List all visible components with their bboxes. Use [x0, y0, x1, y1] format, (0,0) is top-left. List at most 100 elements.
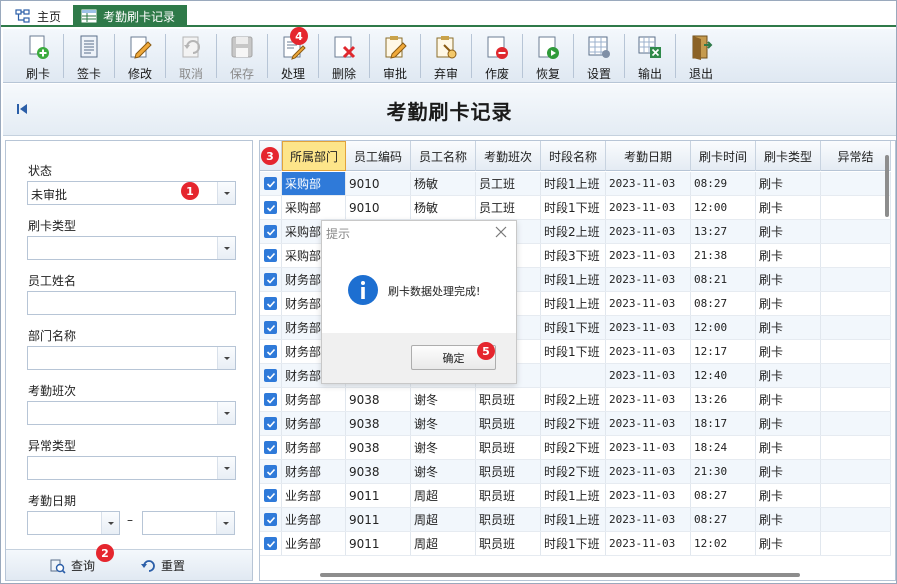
close-icon[interactable] — [494, 225, 508, 239]
export-button[interactable]: 输出 — [625, 29, 675, 83]
table-cell: 职员班 — [476, 532, 541, 555]
table-cell: 时段1上班 — [541, 508, 606, 531]
table-row[interactable]: 采购部 9010 杨敏 员工班 时段1下班 2023-11-03 12:00 刷卡 — [260, 196, 891, 220]
row-checkbox[interactable] — [260, 412, 282, 435]
date-to-input[interactable] — [142, 511, 235, 535]
table-cell: 2023-11-03 — [606, 484, 691, 507]
tab-attendance-records[interactable]: 考勤刷卡记录 — [73, 5, 187, 27]
date-from-input[interactable] — [27, 511, 120, 535]
table-row[interactable]: 采购部 9010 杨敏 员工班 时段1上班 2023-11-03 08:29 刷卡 — [260, 172, 891, 196]
table-cell — [821, 388, 891, 411]
row-checkbox[interactable] — [260, 436, 282, 459]
swipe-button[interactable]: 刷卡 — [13, 29, 63, 83]
table-cell: 职员班 — [476, 436, 541, 459]
chevron-down-icon[interactable] — [217, 457, 235, 479]
checkbox-checked-icon — [264, 249, 277, 262]
table-cell: 18:17 — [691, 412, 756, 435]
row-checkbox[interactable] — [260, 292, 282, 315]
table-row[interactable]: 业务部 9011 周超 职员班 时段1上班 2023-11-03 08:27 刷卡 — [260, 484, 891, 508]
row-checkbox[interactable] — [260, 316, 282, 339]
title-bar: 考勤刷卡记录 — [3, 84, 896, 136]
table-cell: 刷卡 — [756, 196, 821, 219]
sign-button[interactable]: 签卡 — [64, 29, 114, 83]
grid-header-col-6[interactable]: 考勤日期 — [606, 141, 691, 171]
undo-icon — [182, 36, 200, 58]
row-checkbox[interactable] — [260, 532, 282, 555]
row-checkbox[interactable] — [260, 364, 282, 387]
grid-header-col-8[interactable]: 刷卡类型 — [756, 141, 821, 171]
shift-combo[interactable] — [27, 401, 236, 425]
grid-header-col-7[interactable]: 刷卡时间 — [691, 141, 756, 171]
table-cell: 业务部 — [282, 532, 346, 555]
void-document-icon — [487, 36, 508, 59]
cancel-button[interactable]: 取消 — [166, 29, 216, 83]
grid-header-col-5[interactable]: 时段名称 — [541, 141, 606, 171]
table-cell: 财务部 — [282, 412, 346, 435]
row-checkbox[interactable] — [260, 220, 282, 243]
table-cell: 13:27 — [691, 220, 756, 243]
exit-button[interactable]: 退出 — [676, 29, 726, 83]
chevron-down-icon[interactable] — [101, 512, 119, 534]
row-checkbox[interactable] — [260, 484, 282, 507]
restore-button[interactable]: 恢复 — [523, 29, 573, 83]
checkbox-checked-icon — [264, 441, 277, 454]
chevron-down-icon[interactable] — [217, 402, 235, 424]
delete-button[interactable]: 删除 — [319, 29, 369, 83]
horizontal-scrollbar[interactable] — [320, 573, 800, 577]
exception-type-combo[interactable] — [27, 456, 236, 480]
checkbox-checked-icon — [264, 273, 277, 286]
save-button[interactable]: 保存 — [217, 29, 267, 83]
table-cell — [821, 460, 891, 483]
table-cell — [821, 172, 891, 195]
table-cell: 08:27 — [691, 484, 756, 507]
vertical-scrollbar[interactable] — [882, 155, 892, 225]
table-row[interactable]: 财务部 9038 谢冬 职员班 时段2下班 2023-11-03 21:30 刷卡 — [260, 460, 891, 484]
cancel-button-label: 取消 — [178, 67, 203, 81]
chevron-down-icon[interactable] — [216, 512, 234, 534]
grid-header-col-1[interactable]: 所属部门 — [282, 141, 346, 171]
chevron-down-icon[interactable] — [217, 347, 235, 369]
edit-button[interactable]: 修改 — [115, 29, 165, 83]
settings-button[interactable]: 设置 — [574, 29, 624, 83]
row-checkbox[interactable] — [260, 244, 282, 267]
tab-strip: 主页 考勤刷卡记录 — [1, 1, 896, 27]
table-row[interactable]: 财务部 9038 谢冬 职员班 时段2上班 2023-11-03 13:26 刷卡 — [260, 388, 891, 412]
unapprove-button[interactable]: 弃审 — [421, 29, 471, 83]
grid-header-col-3[interactable]: 员工名称 — [411, 141, 476, 171]
checkbox-checked-icon — [264, 369, 277, 382]
reset-button[interactable]: 重置 — [140, 557, 185, 574]
employee-name-input[interactable] — [27, 291, 236, 315]
table-cell: 业务部 — [282, 508, 346, 531]
table-row[interactable]: 财务部 9038 谢冬 职员班 时段2下班 2023-11-03 18:24 刷卡 — [260, 436, 891, 460]
table-cell: 职员班 — [476, 508, 541, 531]
row-checkbox[interactable] — [260, 172, 282, 195]
row-checkbox[interactable] — [260, 268, 282, 291]
row-checkbox[interactable] — [260, 460, 282, 483]
export-button-label: 输出 — [637, 67, 662, 81]
table-row[interactable]: 业务部 9011 周超 职员班 时段1上班 2023-11-03 08:27 刷卡 — [260, 508, 891, 532]
row-checkbox[interactable] — [260, 508, 282, 531]
department-combo[interactable] — [27, 346, 236, 370]
row-checkbox[interactable] — [260, 388, 282, 411]
void-button[interactable]: 作废 — [472, 29, 522, 83]
table-row[interactable]: 业务部 9011 周超 职员班 时段1下班 2023-11-03 12:02 刷卡 — [260, 532, 891, 556]
status-combo[interactable]: 未审批 — [27, 181, 236, 205]
table-cell: 12:17 — [691, 340, 756, 363]
void-button-label: 作废 — [484, 67, 509, 81]
grid-header-col-9[interactable]: 异常结 — [821, 141, 891, 171]
approve-button[interactable]: 审批 — [370, 29, 420, 83]
grid-header-col-2[interactable]: 员工编码 — [346, 141, 411, 171]
chevron-down-icon[interactable] — [217, 237, 235, 259]
table-row[interactable]: 财务部 9038 谢冬 职员班 时段2下班 2023-11-03 18:17 刷卡 — [260, 412, 891, 436]
tab-home[interactable]: 主页 — [7, 5, 69, 27]
grid-header-col-4[interactable]: 考勤班次 — [476, 141, 541, 171]
row-checkbox[interactable] — [260, 196, 282, 219]
row-checkbox[interactable] — [260, 340, 282, 363]
chevron-down-icon[interactable] — [217, 182, 235, 204]
table-cell: 谢冬 — [411, 460, 476, 483]
exit-door-icon — [692, 35, 713, 60]
floppy-disk-icon — [231, 36, 253, 58]
delete-document-icon — [334, 36, 356, 59]
query-button[interactable]: 查询 — [50, 557, 95, 574]
card-type-combo[interactable] — [27, 236, 236, 260]
